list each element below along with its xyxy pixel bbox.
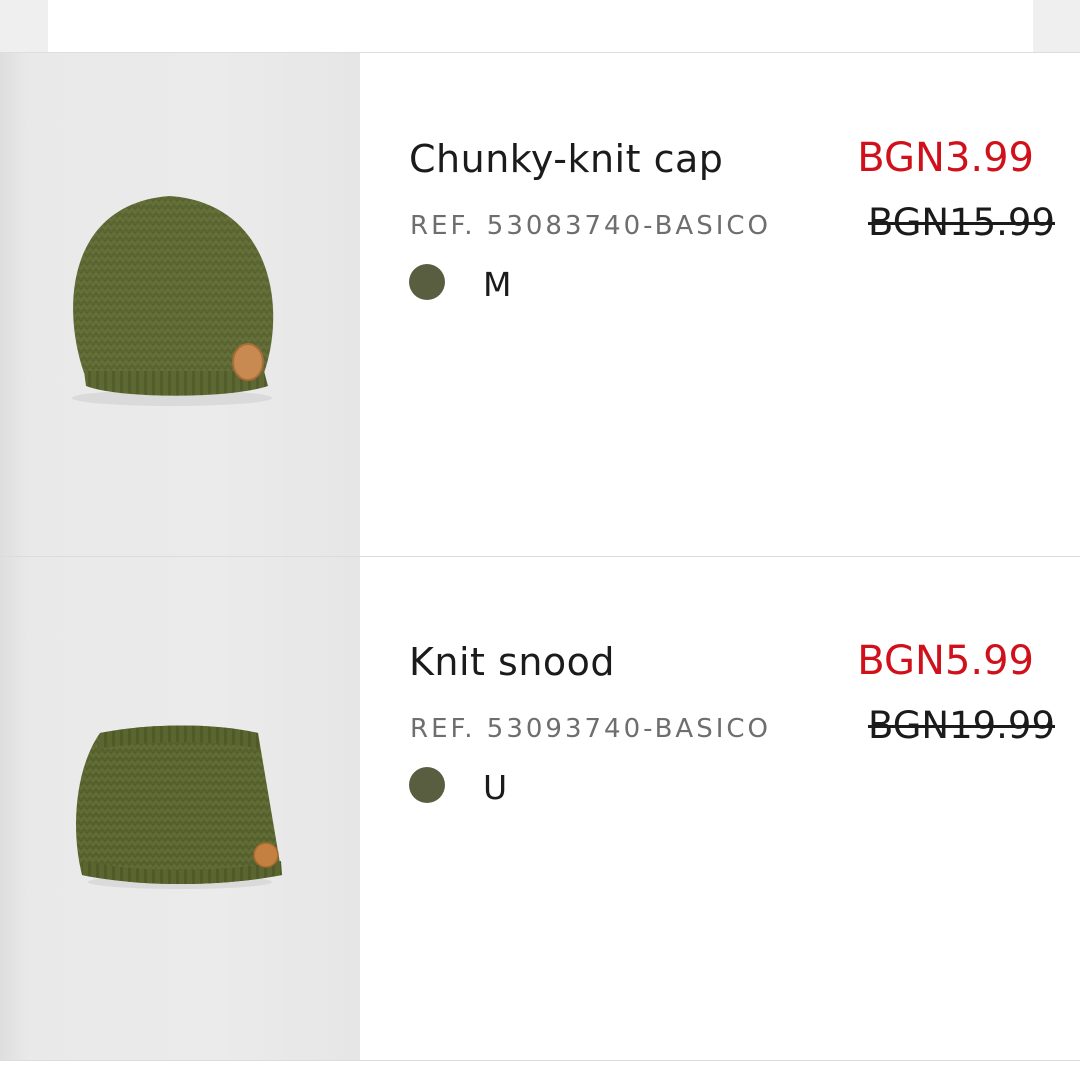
cart-item[interactable]: Chunky-knit cap REF. 53083740-BASICO M B… bbox=[0, 53, 1080, 557]
product-size: U bbox=[483, 768, 508, 807]
previous-item-card[interactable] bbox=[48, 0, 1033, 52]
color-swatch-icon bbox=[409, 767, 445, 803]
divider bbox=[0, 1060, 1080, 1061]
product-name[interactable]: Chunky-knit cap bbox=[409, 137, 723, 181]
product-image-beanie[interactable] bbox=[0, 53, 360, 556]
original-price: BGN15.99 bbox=[867, 201, 1055, 244]
product-image-snood[interactable] bbox=[0, 557, 360, 1060]
cart-item[interactable]: Knit snood REF. 53093740-BASICO U BGN5.9… bbox=[0, 557, 1080, 1061]
snood-illustration bbox=[76, 725, 282, 889]
product-reference: REF. 53093740-BASICO bbox=[410, 714, 772, 744]
sale-price: BGN3.99 bbox=[857, 135, 1034, 181]
product-size: M bbox=[483, 265, 512, 304]
original-price: BGN19.99 bbox=[867, 704, 1055, 747]
product-name[interactable]: Knit snood bbox=[409, 640, 615, 684]
product-reference: REF. 53083740-BASICO bbox=[410, 211, 772, 241]
beanie-illustration bbox=[72, 196, 274, 406]
sale-price: BGN5.99 bbox=[857, 638, 1034, 684]
color-swatch-icon bbox=[409, 264, 445, 300]
